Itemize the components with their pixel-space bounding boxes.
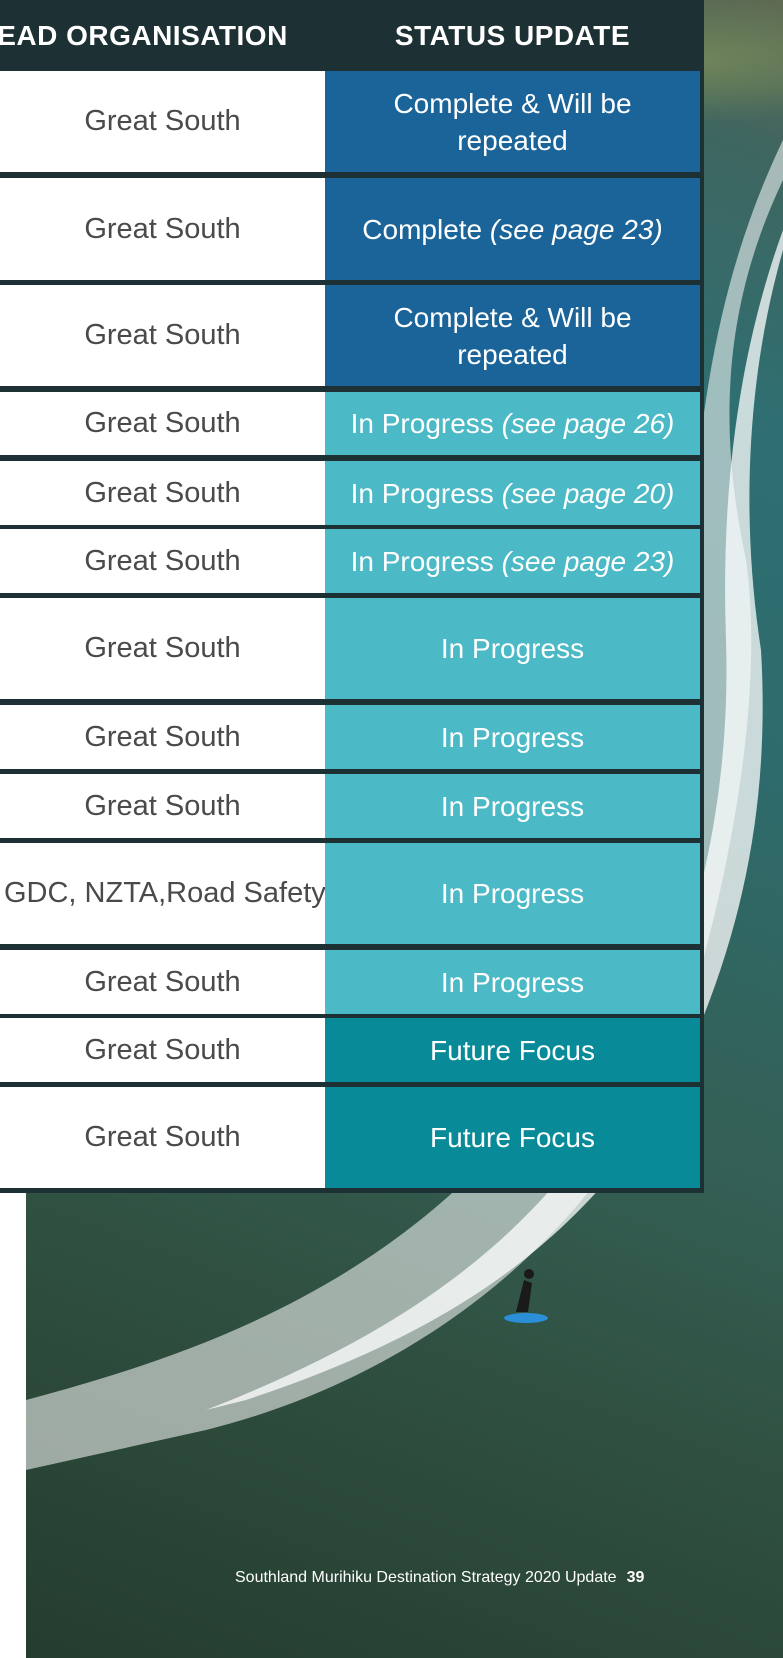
status-text: In Progress <box>440 721 585 753</box>
lead-organisation-cell: Great South <box>0 1087 325 1188</box>
table-row: Great South In Progress <box>0 774 700 838</box>
status-page-reference: (see page 26) <box>501 408 675 439</box>
status-text: Complete & Will be repeated <box>393 87 640 156</box>
status-text: Complete <box>362 213 490 245</box>
status-text: Future Focus <box>430 1034 595 1066</box>
status-table: EAD ORGANISATION STATUS UPDATE Great Sou… <box>0 0 704 1193</box>
status-text: In Progress <box>350 545 502 577</box>
status-cell: In Progress (see page 20) <box>325 461 700 525</box>
lead-organisation-text: ICC, SDC, GDC, NZTA, <box>0 877 167 909</box>
column-header-status-update: STATUS UPDATE <box>394 19 631 51</box>
lead-organisation-text: Great South <box>84 319 241 351</box>
table-row: Great South Complete & Will be repeated <box>0 285 700 386</box>
lead-organisation-cell: Great South <box>0 1018 325 1082</box>
lead-organisation-cell: Great South <box>0 774 325 838</box>
lead-organisation-text: Great South <box>84 789 241 822</box>
table-row: Great South Complete (see page 23) <box>0 178 700 280</box>
status-cell: In Progress (see page 26) <box>325 392 700 455</box>
table-row: Great South Future Focus <box>0 1018 700 1082</box>
page-footer: Southland Murihiku Destination Strategy … <box>235 1566 705 1590</box>
table-row: Great South In Progress <box>0 598 700 699</box>
lead-organisation-cell: Great South <box>0 71 325 172</box>
status-cell: In Progress <box>325 598 700 699</box>
status-cell: In Progress <box>325 950 700 1014</box>
status-text: In Progress <box>350 477 502 509</box>
table-row: ICC, SDC, GDC, NZTA,Road Safety Southlan… <box>0 843 700 944</box>
lead-organisation-text: Great South <box>84 407 241 439</box>
status-page-reference: (see page 20) <box>501 477 675 509</box>
status-text: In Progress <box>350 408 502 439</box>
lead-organisation-text: Great South <box>84 544 241 577</box>
lead-organisation-text: Great South <box>84 1121 241 1153</box>
status-cell: Future Focus <box>325 1018 700 1082</box>
status-cell: In Progress <box>325 774 700 838</box>
lead-organisation-cell: Great South <box>0 529 325 593</box>
lead-organisation-cell: Great South <box>0 950 325 1014</box>
lead-organisation-cell: Great South <box>0 178 325 280</box>
lead-organisation-text: Road Safety Southland <box>166 877 325 909</box>
lead-organisation-cell: ICC, SDC, GDC, NZTA,Road Safety Southlan… <box>0 843 325 944</box>
lead-organisation-text: Great South <box>84 476 241 509</box>
status-cell: In Progress (see page 23) <box>325 529 700 593</box>
lead-organisation-text: Great South <box>84 965 241 998</box>
table-row: Great South Future Focus <box>0 1087 700 1188</box>
status-text: In Progress <box>440 878 585 909</box>
table-row: Great South In Progress (see page 23) <box>0 529 700 593</box>
lead-organisation-cell: Great South <box>0 598 325 699</box>
status-text: In Progress <box>440 966 585 998</box>
status-cell: Future Focus <box>325 1087 700 1188</box>
status-page-reference: (see page 23) <box>489 213 663 245</box>
footer-title: Southland Murihiku Destination Strategy … <box>235 1569 617 1586</box>
status-text: Complete & Will be repeated <box>393 301 640 370</box>
lead-organisation-text: Great South <box>84 632 241 664</box>
lead-organisation-text: Great South <box>84 212 241 245</box>
status-text: In Progress <box>440 633 585 664</box>
lead-organisation-text: Great South <box>84 720 241 753</box>
status-text: In Progress <box>440 790 585 822</box>
column-header-lead-organisation: EAD ORGANISATION <box>0 19 288 51</box>
table-row: Great South In Progress <box>0 950 700 1014</box>
table-row: Great South In Progress (see page 26) <box>0 392 700 455</box>
lead-organisation-cell: Great South <box>0 392 325 455</box>
status-cell: Complete & Will be repeated <box>325 71 700 172</box>
lead-organisation-text: Great South <box>84 1033 241 1066</box>
table-row: Great South In Progress <box>0 705 700 769</box>
status-cell: Complete & Will be repeated <box>325 285 700 386</box>
surfer <box>504 1269 548 1323</box>
page-number: 39 <box>626 1569 645 1586</box>
status-page-reference: (see page 23) <box>501 545 675 577</box>
lead-organisation-cell: Great South <box>0 285 325 386</box>
status-cell: In Progress <box>325 705 700 769</box>
status-cell: In Progress <box>325 843 700 944</box>
status-text: Future Focus <box>430 1122 595 1153</box>
lead-organisation-cell: Great South <box>0 705 325 769</box>
table-row: Great South In Progress (see page 20) <box>0 461 700 525</box>
lead-organisation-text: Great South <box>84 105 241 137</box>
lead-organisation-cell: Great South <box>0 461 325 525</box>
table-row: Great South Complete & Will be repeated <box>0 71 700 172</box>
status-cell: Complete (see page 23) <box>325 178 700 280</box>
